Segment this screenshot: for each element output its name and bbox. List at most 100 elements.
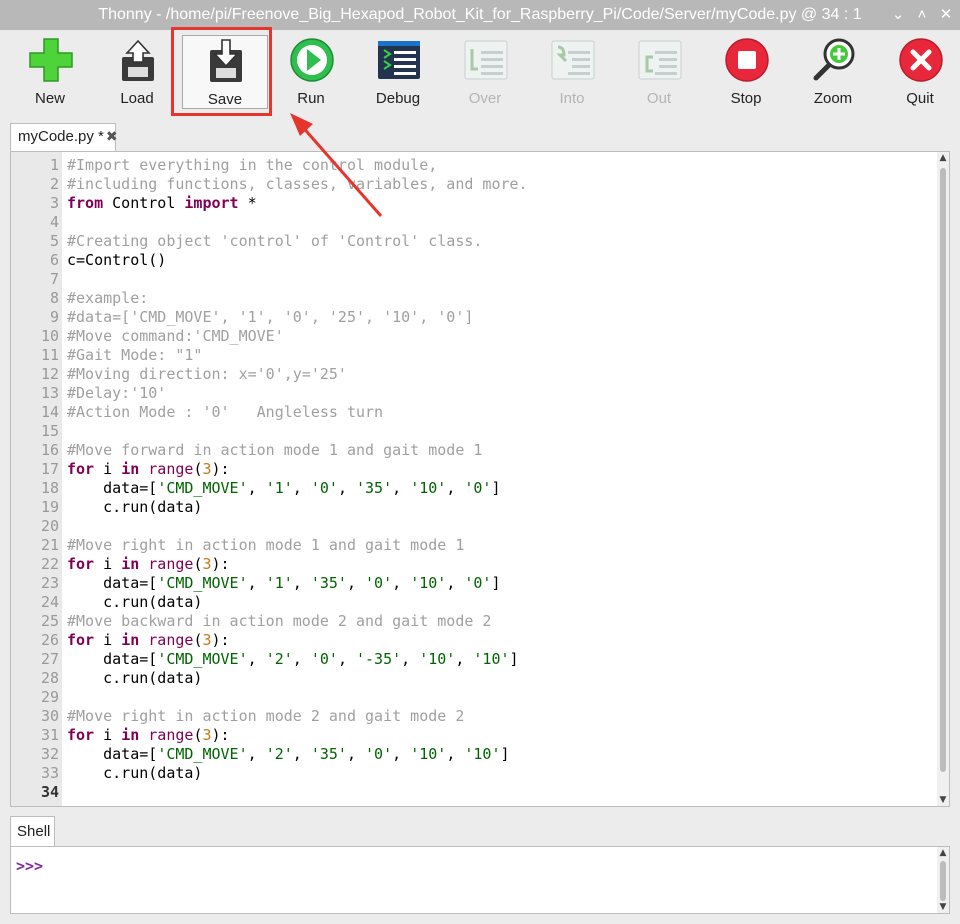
code-token: range	[148, 555, 194, 573]
code-token: #Move command:'CMD_MOVE'	[67, 327, 284, 345]
step-over-button[interactable]: Over	[442, 34, 528, 110]
close-tab-icon[interactable]: ✖	[106, 128, 118, 144]
shell-scroll-down-icon[interactable]: ▼	[938, 901, 948, 913]
line-number: 24	[40, 593, 59, 611]
shell-panel[interactable]: >>> ▲ ▼	[10, 846, 950, 914]
code-token: '10'	[410, 745, 447, 763]
code-token: c.run(data)	[67, 764, 203, 782]
code-token: #Move forward in action mode 1 and gait …	[67, 441, 483, 459]
code-line[interactable]: c=Control()	[67, 251, 935, 270]
code-line[interactable]: #Move backward in action mode 2 and gait…	[67, 612, 935, 631]
code-token: #Moving direction: x='0',y='25'	[67, 365, 347, 383]
code-line[interactable]	[67, 422, 935, 441]
code-line[interactable]: c.run(data)	[67, 498, 935, 517]
code-token: '10'	[410, 479, 447, 497]
step-out-button[interactable]: Out	[616, 34, 702, 110]
code-line[interactable]	[67, 270, 935, 289]
code-line[interactable]: #example:	[67, 289, 935, 308]
code-line[interactable]: #Move right in action mode 1 and gait mo…	[67, 536, 935, 555]
stop-button[interactable]: Stop	[703, 34, 789, 110]
code-token: #Delay:'10'	[67, 384, 167, 402]
code-token: i	[94, 631, 122, 649]
code-token: 3	[202, 460, 212, 478]
code-line[interactable]: #Move right in action mode 2 and gait mo…	[67, 707, 935, 726]
code-line[interactable]: #Move forward in action mode 1 and gait …	[67, 441, 935, 460]
minimize-button[interactable]: ⌄	[887, 4, 909, 26]
debug-icon	[378, 41, 420, 79]
scroll-down-icon[interactable]: ▼	[938, 794, 948, 806]
new-button[interactable]: New	[7, 34, 93, 110]
code-line[interactable]: for i in range(3):	[67, 555, 935, 574]
shell-scroll-thumb[interactable]	[940, 861, 946, 901]
code-line[interactable]	[67, 688, 935, 707]
step-into-button[interactable]: Into	[529, 34, 615, 110]
code-line[interactable]: c.run(data)	[67, 764, 935, 783]
code-line[interactable]: c.run(data)	[67, 669, 935, 688]
code-line[interactable]: for i in range(3):	[67, 726, 935, 745]
code-line[interactable]: data=['CMD_MOVE', '2', '0', '-35', '10',…	[67, 650, 935, 669]
line-number: 12	[40, 365, 59, 383]
tab-mycode[interactable]: myCode.py * ✖	[10, 123, 118, 151]
code-line[interactable]: #including functions, classes, variables…	[67, 175, 935, 194]
code-token: in	[121, 555, 140, 573]
scroll-up-icon[interactable]: ▲	[938, 152, 948, 164]
code-token: for	[67, 460, 95, 478]
shell-scrollbar[interactable]: ▲ ▼	[937, 847, 949, 913]
editor-scrollbar[interactable]: ▲ ▼	[937, 152, 949, 806]
code-line[interactable]: #Action Mode : '0' Angleless turn	[67, 403, 935, 422]
line-number: 31	[40, 726, 59, 744]
scroll-thumb[interactable]	[940, 168, 946, 772]
line-number: 4	[49, 213, 59, 231]
code-line[interactable]: #Import everything in the control module…	[67, 156, 935, 175]
maximize-button[interactable]: ˄	[911, 4, 933, 26]
code-line[interactable]: #data=['CMD_MOVE', '1', '0', '25', '10',…	[67, 308, 935, 327]
new-label: New	[34, 90, 65, 107]
code-line[interactable]: from Control import *	[67, 194, 935, 213]
code-token: i	[94, 726, 122, 744]
shell-scroll-up-icon[interactable]: ▲	[938, 847, 948, 859]
code-line[interactable]	[67, 517, 935, 536]
code-line[interactable]: data=['CMD_MOVE', '1', '35', '0', '10', …	[67, 574, 935, 593]
code-area[interactable]: #Import everything in the control module…	[67, 156, 935, 802]
code-line[interactable]: data=['CMD_MOVE', '2', '35', '0', '10', …	[67, 745, 935, 764]
run-button[interactable]: Run	[268, 34, 354, 110]
code-line[interactable]	[67, 213, 935, 232]
tab-label: myCode.py *	[18, 128, 104, 145]
code-line[interactable]: for i in range(3):	[67, 631, 935, 650]
code-line[interactable]: c.run(data)	[67, 593, 935, 612]
code-line[interactable]: #Delay:'10'	[67, 384, 935, 403]
code-token: for	[67, 726, 95, 744]
code-token: ,	[446, 574, 465, 592]
quit-button[interactable]: Quit	[877, 34, 960, 110]
code-token: ,	[292, 574, 311, 592]
code-line[interactable]: #Moving direction: x='0',y='25'	[67, 365, 935, 384]
code-token: 3	[202, 726, 212, 744]
code-token: '35'	[310, 574, 347, 592]
code-token: ,	[392, 745, 411, 763]
close-window-button[interactable]: ✕	[935, 4, 957, 26]
code-token: ,	[346, 574, 366, 592]
code-line[interactable]: #Creating object 'control' of 'Control' …	[67, 232, 935, 251]
load-button[interactable]: Load	[94, 34, 180, 110]
line-number: 32	[40, 745, 59, 763]
code-line[interactable]: #Gait Mode: "1"	[67, 346, 935, 365]
debug-button[interactable]: Debug	[355, 34, 441, 110]
line-number: 6	[49, 251, 59, 269]
code-token: #Move backward in action mode 2 and gait…	[67, 612, 492, 630]
code-line[interactable]: for i in range(3):	[67, 460, 935, 479]
code-token: range	[148, 726, 194, 744]
code-token: ,	[346, 745, 366, 763]
code-line[interactable]: #Move command:'CMD_MOVE'	[67, 327, 935, 346]
code-token: '2'	[265, 745, 293, 763]
code-token: ,	[401, 650, 420, 668]
tab-shell[interactable]: Shell	[10, 816, 55, 846]
line-number: 5	[49, 232, 59, 250]
zoom-button[interactable]: Zoom	[790, 34, 876, 110]
code-line[interactable]	[67, 783, 935, 802]
line-number: 30	[40, 707, 59, 725]
code-line[interactable]: data=['CMD_MOVE', '1', '0', '35', '10', …	[67, 479, 935, 498]
code-editor[interactable]: 1 2 3 4 5 6 7 8 9 10 11 12 13 14 15 16 17 18 19 20 21 22 23 24 2…	[10, 151, 950, 807]
